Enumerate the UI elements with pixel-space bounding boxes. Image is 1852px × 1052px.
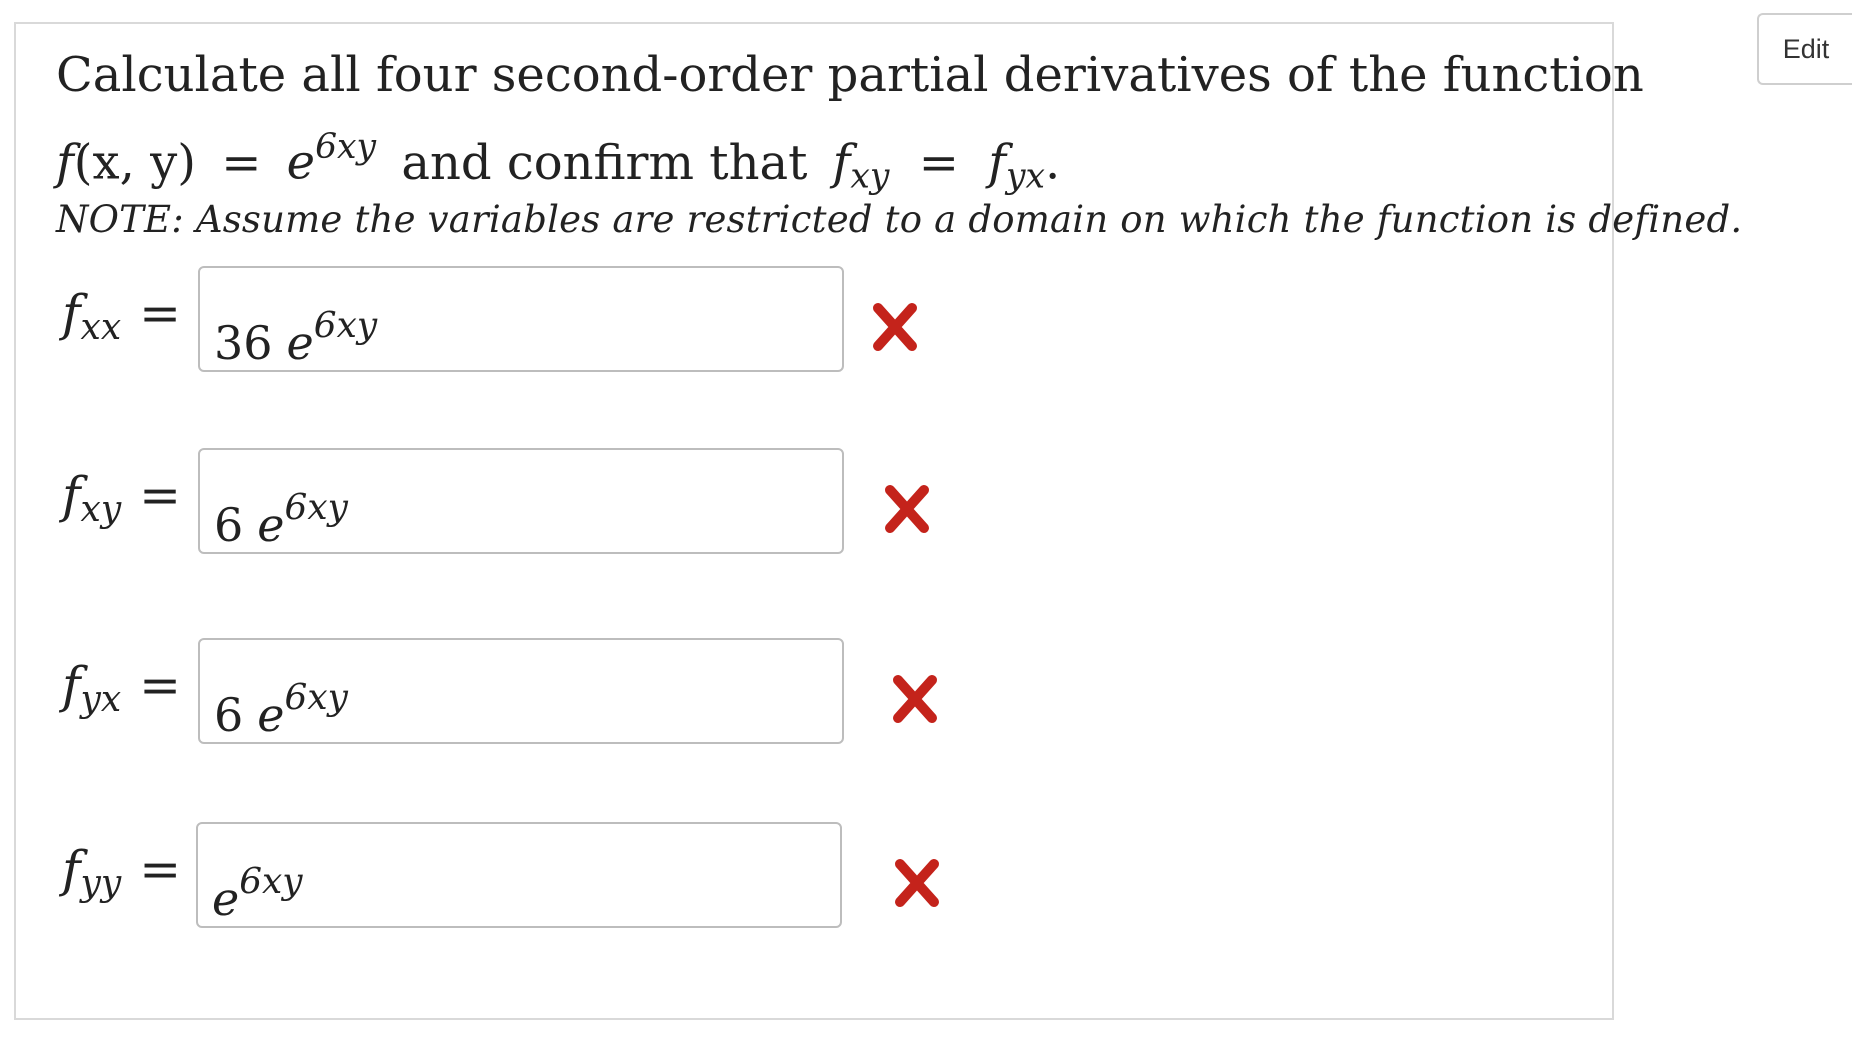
rhs-subscript: yx	[1005, 156, 1045, 197]
answer-input[interactable]: 6 e6xy	[198, 448, 844, 554]
function-equals: =	[221, 134, 262, 191]
answer-exponent: 6xy	[239, 861, 303, 902]
confirm-equals: =	[918, 134, 959, 191]
cross-icon	[893, 675, 937, 723]
function-name: f	[56, 134, 74, 191]
answer-row-fxy: fxy = 6 e6xy	[56, 448, 956, 558]
answer-base: e	[212, 872, 240, 927]
answer-coefficient: 6	[214, 688, 244, 743]
cross-icon	[873, 303, 917, 351]
answer-row-fxx: fxx = 36 e6xy	[56, 266, 956, 376]
answer-label: fxx =	[62, 284, 182, 348]
answer-exponent: 6xy	[284, 677, 348, 718]
answer-base: e	[257, 688, 285, 743]
note-text: NOTE: Assume the variables are restricte…	[56, 198, 1743, 241]
answer-base: e	[286, 316, 314, 371]
confirm-text: and confirm that	[401, 134, 808, 191]
answer-exponent: 6xy	[284, 487, 348, 528]
lhs-f: f	[832, 134, 851, 191]
edit-button[interactable]: Edit	[1757, 13, 1852, 85]
question-function-line: f(x, y) = e6xy and confirm that fxy = fy…	[56, 112, 1576, 196]
function-exponent: 6xy	[315, 127, 377, 167]
function-base: e	[286, 134, 316, 191]
answer-exponent: 6xy	[313, 305, 378, 346]
answer-row-fyy: fyy = e6xy	[56, 822, 956, 932]
period: .	[1044, 134, 1061, 191]
answer-input[interactable]: e6xy	[196, 822, 842, 928]
answer-label: fyy =	[62, 840, 182, 904]
answer-input[interactable]: 6 e6xy	[198, 638, 844, 744]
answer-label: fyx =	[62, 656, 182, 720]
answer-label: fxy =	[62, 466, 182, 530]
answer-base: e	[257, 498, 285, 553]
rhs-f: f	[988, 134, 1006, 191]
question-text: Calculate all four second-order partial …	[56, 47, 1644, 103]
answer-coefficient: 6	[214, 498, 244, 553]
cross-icon	[895, 859, 939, 907]
answer-coefficient: 36	[214, 316, 273, 371]
answer-row-fyx: fyx = 6 e6xy	[56, 638, 956, 748]
lhs-subscript: xy	[850, 156, 890, 197]
cross-icon	[885, 485, 929, 533]
function-args: (x, y)	[73, 134, 196, 191]
answer-input[interactable]: 36 e6xy	[198, 266, 844, 372]
question-prompt: Calculate all four second-order partial …	[56, 38, 1743, 248]
